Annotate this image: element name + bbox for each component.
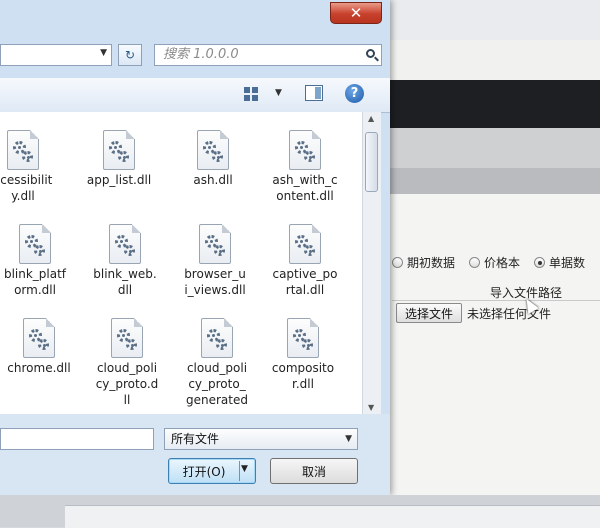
dll-file-icon (103, 130, 135, 170)
file-list: ccessibilit y.dll app_list.dll ash.dll a… (0, 112, 362, 414)
dll-file-icon (289, 130, 321, 170)
file-type-selected: 所有文件 (171, 432, 220, 446)
file-type-select[interactable]: 所有文件 ▼ (164, 428, 358, 450)
divider (239, 461, 240, 481)
file-name: blink_web. dll (93, 267, 157, 297)
dialog-toolbar: ▼ ? (0, 78, 390, 113)
file-name: browser_u i_views.dll (184, 267, 246, 297)
chevron-down-icon[interactable]: ▼ (275, 88, 282, 98)
radio-label: 单据数 (549, 256, 586, 270)
file-name: ash.dll (193, 173, 233, 187)
import-panel (380, 194, 600, 527)
radio-document-data[interactable]: 单据数 (534, 254, 585, 271)
file-name: blink_platf orm.dll (3, 267, 67, 297)
background-menu-band (380, 128, 600, 168)
dll-file-icon (23, 318, 55, 358)
file-item[interactable]: chrome.dll (0, 318, 84, 376)
file-name: ccessibilit y.dll (0, 173, 53, 203)
chevron-down-icon[interactable]: ▼ (100, 48, 107, 58)
file-item[interactable]: cloud_poli cy_proto_ generated (172, 318, 262, 408)
open-button[interactable]: 打开(O) ▼ (168, 458, 256, 484)
chevron-down-icon[interactable]: ▼ (241, 464, 248, 474)
help-icon[interactable]: ? (345, 84, 364, 103)
file-item[interactable]: blink_platf orm.dll (0, 224, 80, 298)
radio-button[interactable] (392, 257, 403, 268)
file-name: app_list.dll (86, 173, 152, 187)
dll-file-icon (289, 224, 321, 264)
choose-file-button[interactable]: 选择文件 (396, 303, 462, 323)
file-name: captive_po rtal.dll (272, 267, 338, 297)
view-options-icon[interactable] (244, 87, 258, 101)
dll-file-icon (201, 318, 233, 358)
dll-file-icon (19, 224, 51, 264)
file-item[interactable]: ash.dll (168, 130, 258, 188)
radio-opening-data[interactable]: 期初数据 (392, 254, 455, 271)
address-row: ▼ ↻ 搜索 1.0.0.0 (0, 40, 390, 72)
file-item[interactable]: cloud_poli cy_proto.d ll (82, 318, 172, 408)
dll-file-icon (199, 224, 231, 264)
file-name: ash_with_c ontent.dll (272, 173, 338, 203)
scroll-thumb[interactable] (365, 132, 378, 192)
file-name: cloud_poli cy_proto_ generated (186, 361, 248, 407)
taskbar (0, 495, 600, 528)
radio-button-selected[interactable] (534, 257, 546, 268)
vertical-scrollbar[interactable]: ▲ ▼ (362, 112, 381, 414)
divider (392, 300, 600, 301)
file-name-input[interactable] (0, 428, 154, 450)
preview-pane-icon[interactable] (305, 85, 323, 101)
chevron-down-icon[interactable]: ▼ (345, 429, 352, 449)
file-item[interactable]: ccessibilit y.dll (0, 130, 68, 204)
import-type-radio-group: 期初数据 价格本 单据数 (392, 254, 585, 271)
file-name: composito r.dll (271, 361, 335, 391)
dialog-bottom-panel: 所有文件 ▼ 打开(O) ▼ 取消 (0, 414, 390, 495)
open-file-dialog: ✕ ▼ ↻ 搜索 1.0.0.0 ▼ ? ccessibilit y.dll a… (0, 0, 390, 495)
search-placeholder: 搜索 1.0.0.0 (163, 47, 239, 62)
dll-file-icon (7, 130, 39, 170)
radio-button[interactable] (469, 257, 481, 268)
scroll-down-icon[interactable]: ▼ (368, 403, 374, 412)
refresh-button[interactable]: ↻ (118, 44, 142, 66)
dll-file-icon (111, 318, 143, 358)
file-item[interactable]: app_list.dll (74, 130, 164, 188)
cancel-button[interactable]: 取消 (270, 458, 358, 484)
taskbar-strip (65, 505, 600, 528)
file-item[interactable]: blink_web. dll (80, 224, 170, 298)
close-button[interactable]: ✕ (330, 2, 382, 24)
dll-file-icon (109, 224, 141, 264)
search-input[interactable]: 搜索 1.0.0.0 (154, 44, 382, 66)
background-tab-band (380, 168, 600, 194)
address-bar[interactable]: ▼ (0, 44, 112, 66)
file-item[interactable]: captive_po rtal.dll (260, 224, 350, 298)
dll-file-icon (197, 130, 229, 170)
file-item[interactable]: ash_with_c ontent.dll (260, 130, 350, 204)
scroll-up-icon[interactable]: ▲ (368, 114, 374, 123)
radio-price-book[interactable]: 价格本 (469, 254, 520, 271)
background-header-bar (380, 80, 600, 128)
background-title-bar (380, 0, 600, 40)
dll-file-icon (287, 318, 319, 358)
open-button-label[interactable]: 打开(O) (169, 459, 239, 483)
file-item[interactable]: composito r.dll (258, 318, 348, 392)
search-icon[interactable] (366, 49, 375, 58)
file-name: cloud_poli cy_proto.d ll (95, 361, 159, 407)
file-name: chrome.dll (7, 361, 71, 375)
file-item[interactable]: browser_u i_views.dll (170, 224, 260, 298)
radio-label: 价格本 (484, 256, 521, 270)
radio-label: 期初数据 (407, 256, 456, 270)
